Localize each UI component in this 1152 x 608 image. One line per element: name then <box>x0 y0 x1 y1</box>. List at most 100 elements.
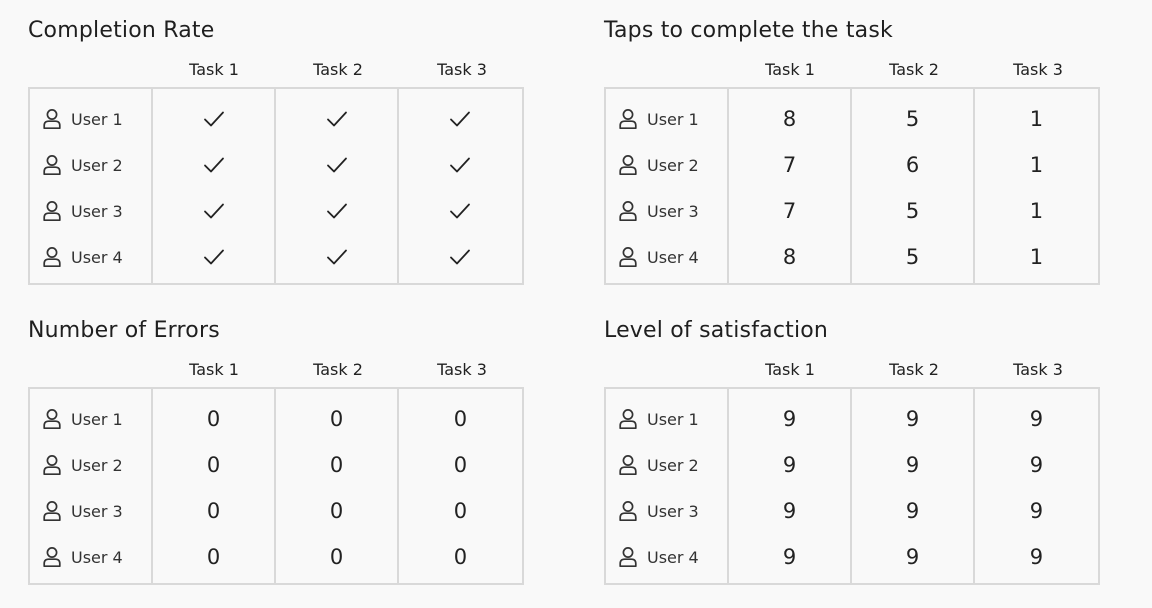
cell-value: 0 <box>329 499 344 523</box>
value-cell <box>399 96 522 142</box>
user-icon <box>42 154 62 176</box>
cell-value: 0 <box>206 453 221 477</box>
user-cell: User 1 <box>606 96 727 142</box>
value-cell: 7 <box>729 142 850 188</box>
user-label: User 2 <box>647 155 699 175</box>
cell-value: 5 <box>905 107 920 131</box>
value-cell <box>399 234 522 280</box>
value-cell <box>153 96 274 142</box>
task-column-3: 1 1 1 1 <box>975 89 1098 283</box>
check-icon <box>203 202 225 220</box>
column-header-task-2: Task 2 <box>313 60 363 79</box>
cell-value: 0 <box>329 407 344 431</box>
user-label: User 3 <box>647 501 699 521</box>
value-cell: 0 <box>399 442 522 488</box>
cell-value: 1 <box>1029 107 1044 131</box>
cell-value: 9 <box>905 499 920 523</box>
check-icon <box>326 248 348 266</box>
user-icon <box>42 108 62 130</box>
column-header-task-1: Task 1 <box>765 60 815 79</box>
cell-value: 0 <box>206 407 221 431</box>
user-cell: User 1 <box>30 96 151 142</box>
value-cell: 7 <box>729 188 850 234</box>
value-cell: 0 <box>276 442 397 488</box>
user-cell: User 3 <box>606 488 727 534</box>
user-label: User 1 <box>647 409 699 429</box>
user-label: User 1 <box>647 109 699 129</box>
value-cell: 0 <box>153 396 274 442</box>
value-cell <box>153 142 274 188</box>
user-icon <box>618 200 638 222</box>
user-cell: User 4 <box>606 534 727 580</box>
task-column-3 <box>399 89 522 283</box>
value-cell: 1 <box>975 96 1098 142</box>
user-cell: User 3 <box>30 188 151 234</box>
cell-value: 0 <box>329 545 344 569</box>
value-cell: 5 <box>852 96 973 142</box>
column-headers: Task 1 Task 2 Task 3 <box>152 60 524 80</box>
value-cell: 0 <box>399 488 522 534</box>
user-column: User 1 User 2 User 3 User 4 <box>30 89 153 283</box>
user-icon <box>618 500 638 522</box>
user-label: User 3 <box>647 201 699 221</box>
cell-value: 0 <box>453 499 468 523</box>
cell-value: 9 <box>782 499 797 523</box>
check-icon <box>203 110 225 128</box>
task-column-1: 9 9 9 9 <box>729 389 852 583</box>
user-cell: User 2 <box>30 442 151 488</box>
user-icon <box>618 154 638 176</box>
value-cell: 9 <box>852 534 973 580</box>
column-header-task-1: Task 1 <box>765 360 815 379</box>
cell-value: 9 <box>1029 545 1044 569</box>
user-label: User 3 <box>71 501 123 521</box>
task-column-3: 9 9 9 9 <box>975 389 1098 583</box>
results-table: User 1 User 2 User 3 User 4 8 7 7 8 5 6 5 5 1 1 1 1 <box>604 87 1100 285</box>
task-column-3: 0 0 0 0 <box>399 389 522 583</box>
cell-value: 0 <box>453 453 468 477</box>
value-cell: 0 <box>399 396 522 442</box>
user-label: User 2 <box>647 455 699 475</box>
check-icon <box>449 110 471 128</box>
check-icon <box>449 202 471 220</box>
user-label: User 1 <box>71 109 123 129</box>
cell-value: 9 <box>905 453 920 477</box>
user-cell: User 3 <box>30 488 151 534</box>
value-cell <box>276 234 397 280</box>
user-icon <box>618 408 638 430</box>
user-label: User 2 <box>71 455 123 475</box>
cell-value: 5 <box>905 199 920 223</box>
results-table: User 1 User 2 User 3 User 4 9 9 9 9 9 9 9 9 9 9 9 9 <box>604 387 1100 585</box>
cell-value: 0 <box>453 407 468 431</box>
value-cell: 9 <box>729 442 850 488</box>
user-icon <box>42 546 62 568</box>
value-cell: 9 <box>975 534 1098 580</box>
task-column-2 <box>276 89 399 283</box>
column-headers: Task 1 Task 2 Task 3 <box>152 360 524 380</box>
column-header-task-3: Task 3 <box>1013 60 1063 79</box>
user-icon <box>42 200 62 222</box>
value-cell <box>153 188 274 234</box>
cell-value: 9 <box>782 453 797 477</box>
cell-value: 9 <box>1029 453 1044 477</box>
task-column-1: 0 0 0 0 <box>153 389 276 583</box>
cell-value: 9 <box>905 545 920 569</box>
value-cell: 9 <box>852 442 973 488</box>
value-cell <box>276 142 397 188</box>
value-cell <box>153 234 274 280</box>
value-cell: 0 <box>153 488 274 534</box>
user-cell: User 4 <box>30 234 151 280</box>
cell-value: 9 <box>782 545 797 569</box>
user-icon <box>618 108 638 130</box>
user-cell: User 2 <box>606 142 727 188</box>
cell-value: 9 <box>782 407 797 431</box>
value-cell <box>276 96 397 142</box>
cell-value: 0 <box>329 453 344 477</box>
value-cell: 9 <box>975 396 1098 442</box>
cell-value: 9 <box>1029 499 1044 523</box>
check-icon <box>203 248 225 266</box>
panel-title: Number of Errors <box>28 318 220 343</box>
user-cell: User 3 <box>606 188 727 234</box>
column-headers: Task 1 Task 2 Task 3 <box>728 360 1100 380</box>
value-cell <box>276 188 397 234</box>
value-cell: 9 <box>852 488 973 534</box>
